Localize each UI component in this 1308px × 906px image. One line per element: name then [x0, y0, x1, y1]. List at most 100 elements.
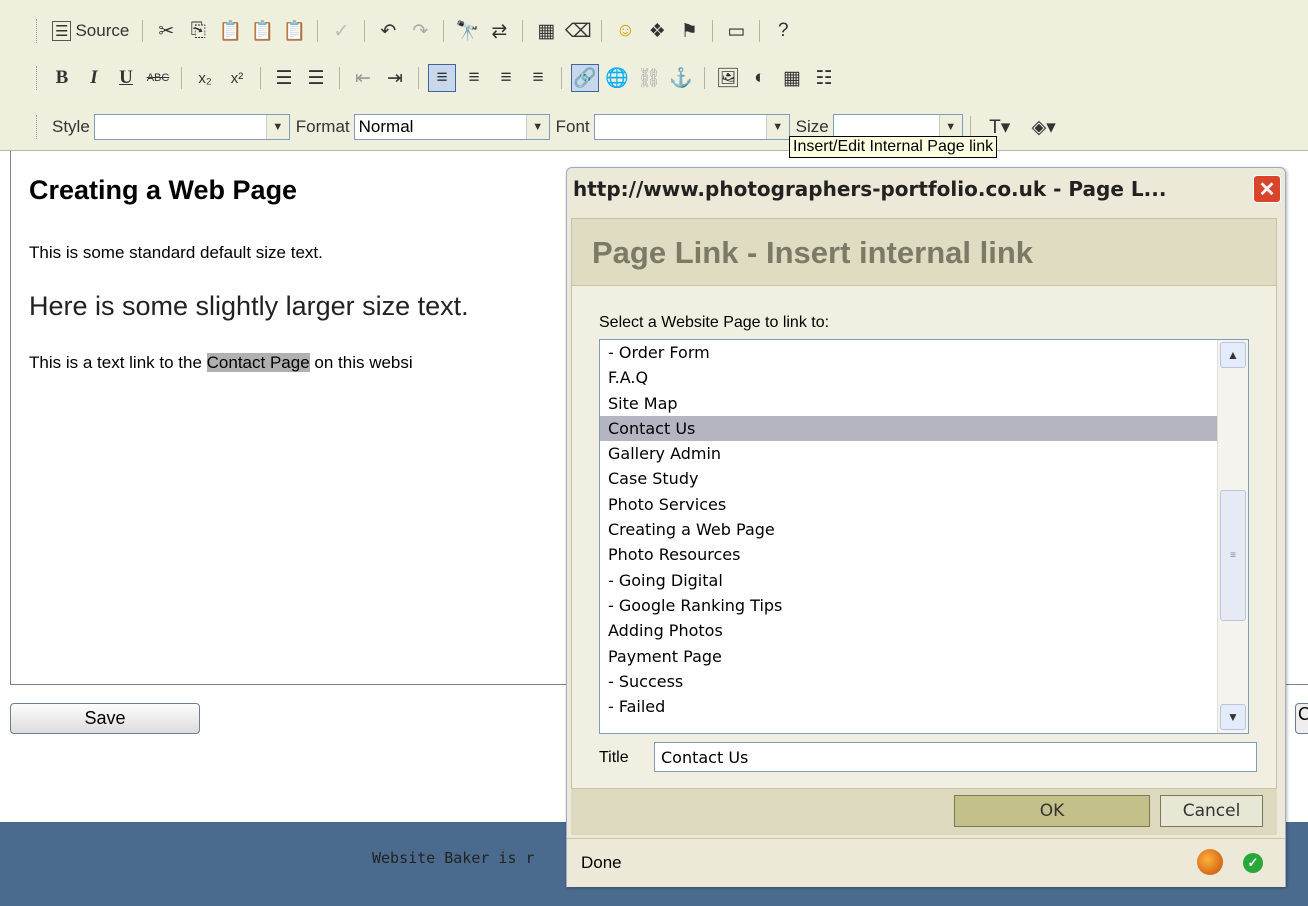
- paste-word-icon[interactable]: 📋: [280, 17, 308, 45]
- list-item[interactable]: Photo Resources: [600, 542, 1218, 567]
- list-item[interactable]: Case Study: [600, 466, 1218, 491]
- dialog-header: Page Link - Insert internal link: [572, 219, 1276, 286]
- list-item[interactable]: - Order Form: [600, 340, 1218, 365]
- copy-icon[interactable]: ⎘: [184, 17, 212, 45]
- dialog-titlebar[interactable]: http://www.photographers-portfolio.co.uk…: [567, 168, 1285, 214]
- help-icon[interactable]: ?: [769, 17, 797, 45]
- unlink-icon[interactable]: ⛓: [635, 64, 663, 92]
- special-char-icon[interactable]: ❖: [643, 17, 671, 45]
- anchor-icon[interactable]: ⚓: [667, 64, 695, 92]
- link-icon[interactable]: 🌐: [603, 64, 631, 92]
- table-icon[interactable]: ▦: [778, 64, 806, 92]
- select-page-label: Select a Website Page to link to:: [599, 314, 830, 331]
- select-all-icon[interactable]: ▦: [532, 17, 560, 45]
- dialog-window-title: http://www.photographers-portfolio.co.uk…: [573, 177, 1167, 201]
- toolbar-grip[interactable]: [36, 19, 40, 43]
- align-left-icon[interactable]: ≡: [428, 64, 456, 92]
- close-button[interactable]: C: [1295, 703, 1308, 734]
- strikethrough-button[interactable]: ABC: [144, 64, 172, 92]
- list-item[interactable]: Site Map: [600, 391, 1218, 416]
- toolbar-separator: [969, 116, 971, 138]
- list-item[interactable]: - Failed: [600, 694, 1218, 719]
- list-item[interactable]: - Success: [600, 669, 1218, 694]
- spellcheck-icon[interactable]: ✓: [327, 17, 355, 45]
- replace-icon[interactable]: ⇄: [485, 17, 513, 45]
- contact-page-link[interactable]: Contact Page: [206, 353, 310, 372]
- align-right-icon[interactable]: ≡: [492, 64, 520, 92]
- italic-button[interactable]: I: [80, 64, 108, 92]
- scroll-up-icon[interactable]: ▲: [1220, 342, 1246, 368]
- background-color-icon[interactable]: ◈▾: [1024, 113, 1064, 141]
- source-label: Source: [75, 21, 130, 40]
- list-item[interactable]: Contact Us: [600, 415, 1218, 442]
- paste-icon[interactable]: 📋: [216, 17, 244, 45]
- title-input[interactable]: Contact Us: [654, 742, 1257, 772]
- font-label: Font: [555, 117, 590, 136]
- status-text: Done: [581, 853, 622, 872]
- cancel-button[interactable]: Cancel: [1160, 795, 1263, 827]
- undo-icon[interactable]: ↶: [374, 17, 402, 45]
- image-icon[interactable]: 🖼: [714, 64, 742, 92]
- list-item[interactable]: - Google Ranking Tips: [600, 593, 1218, 618]
- list-item[interactable]: Gallery Admin: [600, 441, 1218, 466]
- horizontal-rule-icon[interactable]: ☷: [810, 64, 838, 92]
- list-item[interactable]: F.A.Q: [600, 365, 1218, 390]
- flash-object-icon[interactable]: ◐: [746, 64, 774, 92]
- dialog-statusbar: Done ✓: [567, 838, 1285, 887]
- scroll-thumb[interactable]: ≡: [1220, 490, 1246, 621]
- list-item[interactable]: Adding Photos: [600, 618, 1218, 643]
- indent-icon[interactable]: ⇥: [381, 64, 409, 92]
- list-item[interactable]: Payment Page: [600, 644, 1218, 669]
- outdent-icon[interactable]: ⇤: [349, 64, 377, 92]
- style-select[interactable]: ▼: [93, 114, 290, 140]
- list-item[interactable]: Creating a Web Page: [600, 517, 1218, 542]
- dialog-heading: Page Link - Insert internal link: [592, 235, 1033, 270]
- remove-format-icon[interactable]: ⌫: [564, 17, 592, 45]
- listbox-scrollbar[interactable]: ▲ ≡ ▼: [1217, 340, 1248, 733]
- toolbar-separator: [317, 20, 319, 42]
- chevron-down-icon[interactable]: ▼: [765, 115, 789, 139]
- format-select[interactable]: Normal ▼: [353, 114, 550, 140]
- firefox-icon: [1197, 849, 1223, 875]
- save-button[interactable]: Save: [10, 703, 200, 734]
- internal-page-link-icon[interactable]: 🔗: [571, 64, 599, 92]
- ok-button[interactable]: OK: [954, 795, 1150, 827]
- chevron-down-icon[interactable]: ▼: [525, 115, 549, 139]
- flash-icon[interactable]: ⚑: [675, 17, 703, 45]
- cut-icon[interactable]: ✂: [152, 17, 180, 45]
- preview-icon[interactable]: ▭: [722, 17, 750, 45]
- superscript-icon[interactable]: x²: [223, 64, 251, 92]
- underline-button[interactable]: U: [112, 64, 140, 92]
- toolbar-separator: [601, 20, 603, 42]
- check-icon: ✓: [1243, 853, 1263, 873]
- toolbar-separator: [704, 67, 705, 89]
- smiley-icon[interactable]: ☺: [611, 17, 639, 45]
- page-list: - Order Form F.A.Q Site Map Contact Us Galle…: [600, 340, 1248, 719]
- font-select[interactable]: ▼: [593, 114, 790, 140]
- subscript-icon[interactable]: x₂: [191, 64, 219, 92]
- toolbar-separator: [712, 20, 714, 42]
- chevron-down-icon[interactable]: ▼: [265, 115, 289, 139]
- toolbar-separator: [443, 20, 445, 42]
- paragraph-link-before: This is a text link to the: [29, 353, 207, 372]
- toolbar-separator: [260, 67, 261, 89]
- bulleted-list-icon[interactable]: ☰: [302, 64, 330, 92]
- source-button[interactable]: ☰ Source: [48, 17, 133, 45]
- scroll-down-icon[interactable]: ▼: [1220, 704, 1246, 730]
- find-icon[interactable]: 🔭: [453, 17, 481, 45]
- toolbar-grip[interactable]: [36, 66, 40, 90]
- toolbar-grip[interactable]: [36, 115, 40, 139]
- close-icon[interactable]: ✕: [1253, 175, 1281, 203]
- align-center-icon[interactable]: ≡: [460, 64, 488, 92]
- editor-toolbar: ☰ Source ✂ ⎘ 📋 📋 📋 ✓ ↶ ↷ 🔭 ⇄ ▦ ⌫ ☺ ❖ ⚑ ▭…: [0, 0, 1308, 151]
- bold-button[interactable]: B: [48, 64, 76, 92]
- redo-icon[interactable]: ↷: [406, 17, 434, 45]
- paragraph-default: This is some standard default size text.: [29, 243, 323, 262]
- justify-icon[interactable]: ≡: [524, 64, 552, 92]
- list-item[interactable]: - Going Digital: [600, 568, 1218, 593]
- footer-text: Website Baker is r: [372, 849, 535, 867]
- paste-text-icon[interactable]: 📋: [248, 17, 276, 45]
- list-item[interactable]: Photo Services: [600, 492, 1218, 517]
- numbered-list-icon[interactable]: ☰: [270, 64, 298, 92]
- page-listbox[interactable]: - Order Form F.A.Q Site Map Contact Us Galle…: [599, 339, 1249, 734]
